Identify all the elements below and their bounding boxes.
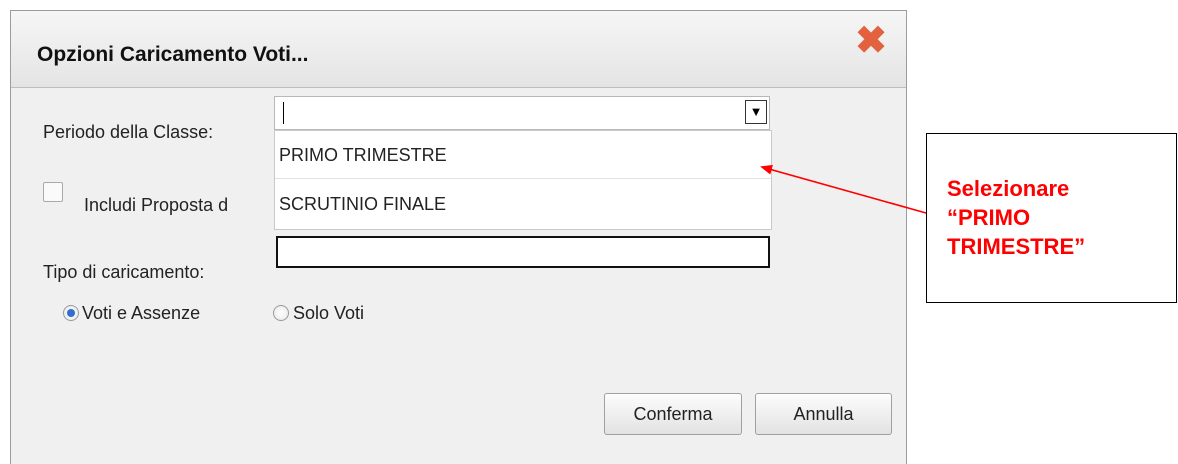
cancel-button[interactable]: Annulla bbox=[755, 393, 892, 435]
radio-voti-assenze[interactable] bbox=[63, 305, 79, 321]
dialog-title: Opzioni Caricamento Voti... bbox=[37, 43, 309, 66]
radio-solo-voti-label: Solo Voti bbox=[293, 303, 365, 323]
callout-line-2: “PRIMO bbox=[947, 205, 1031, 230]
text-cursor bbox=[283, 102, 284, 124]
includi-proposta-checkbox[interactable] bbox=[43, 182, 63, 202]
option-primo-trimestre[interactable]: PRIMO TRIMESTRE bbox=[275, 132, 771, 179]
includi-proposta-label: Includi Proposta d bbox=[84, 195, 229, 215]
tipo-label: Tipo di caricamento: bbox=[43, 262, 205, 282]
periodo-dropdown-list: PRIMO TRIMESTRE SCRUTINIO FINALE bbox=[274, 130, 772, 230]
radio-voti-assenze-label: Voti e Assenze bbox=[82, 303, 201, 323]
option-scrutinio-finale[interactable]: SCRUTINIO FINALE bbox=[275, 181, 771, 228]
callout-line-1: Selezionare bbox=[947, 176, 1070, 201]
annotation-callout: Selezionare “PRIMO TRIMESTRE” bbox=[926, 133, 1177, 303]
close-icon[interactable]: ✖ bbox=[853, 22, 889, 60]
periodo-select[interactable]: ▼ bbox=[274, 96, 770, 130]
chevron-down-icon[interactable]: ▼ bbox=[745, 100, 767, 124]
dialog-titlebar: Opzioni Caricamento Voti... ✖ bbox=[11, 11, 906, 88]
radio-solo-voti[interactable] bbox=[273, 305, 289, 321]
callout-text: Selezionare “PRIMO TRIMESTRE” bbox=[947, 174, 1172, 261]
periodo-label: Periodo della Classe: bbox=[43, 122, 214, 142]
tipo-input[interactable] bbox=[276, 236, 770, 268]
callout-line-3: TRIMESTRE” bbox=[947, 234, 1086, 259]
confirm-button[interactable]: Conferma bbox=[604, 393, 742, 435]
